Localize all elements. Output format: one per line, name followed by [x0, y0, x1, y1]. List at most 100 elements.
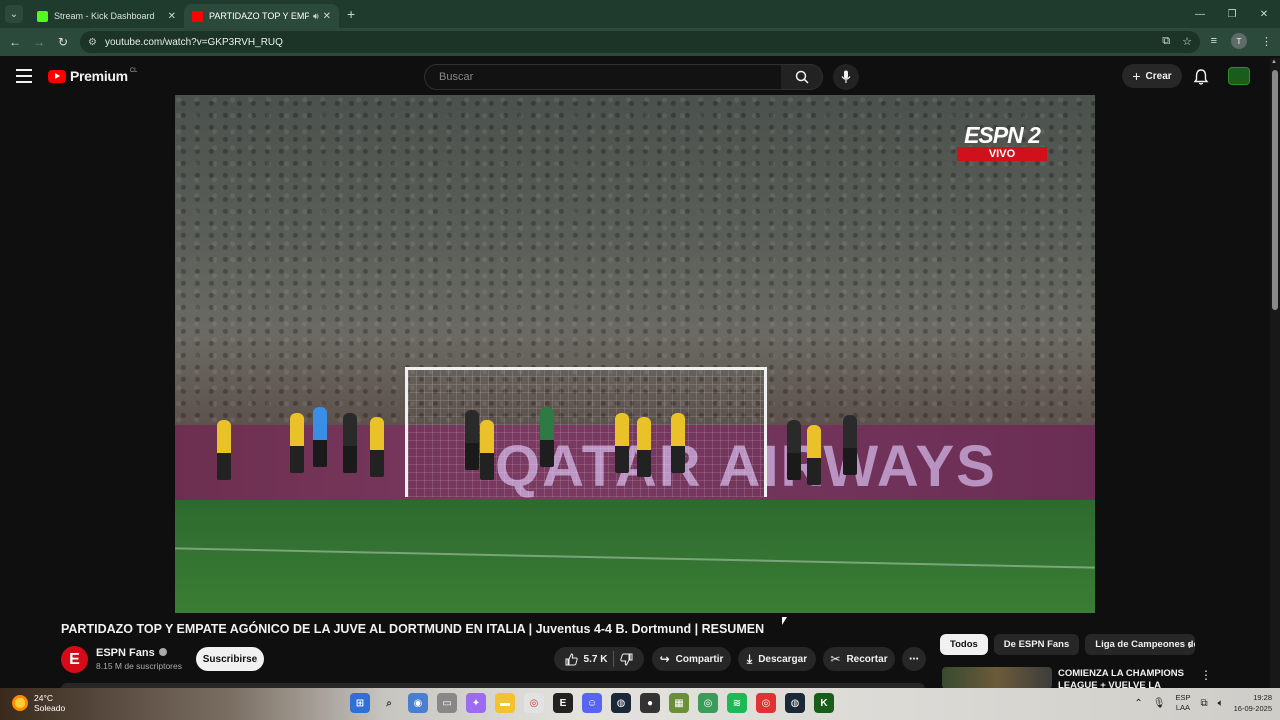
- chrome-icon[interactable]: ◎: [524, 693, 544, 713]
- youtube-masthead: Premium CL Buscar + Crear: [0, 58, 1270, 96]
- spotify-icon[interactable]: ≋: [727, 693, 747, 713]
- like-button[interactable]: 5.7 K: [565, 652, 608, 666]
- youtube-premium-logo[interactable]: Premium CL: [48, 68, 137, 84]
- media-controls-icon[interactable]: ≡: [1211, 35, 1217, 47]
- system-tray: ⌃ 🎙︎ ESP LAA ⧉ 🔈︎ 19:28 16-09-2025: [1134, 692, 1272, 714]
- tab-kick-dashboard[interactable]: Stream - Kick Dashboard ✕: [29, 4, 184, 28]
- discord-icon[interactable]: ☺: [582, 693, 602, 713]
- thumbs-down-icon[interactable]: [620, 653, 633, 666]
- chrome-profile-icon[interactable]: ◎: [698, 693, 718, 713]
- volume-icon[interactable]: 🔈︎: [1218, 698, 1224, 709]
- search-icon[interactable]: ⌕: [379, 693, 399, 713]
- network-icon[interactable]: ⧉: [1200, 698, 1207, 709]
- related-filter-chips: Todos De ESPN Fans Liga de Campeones de: [940, 634, 1196, 655]
- show-hidden-icons-icon[interactable]: ⌃: [1134, 698, 1142, 709]
- browser-menu-icon[interactable]: ⋮: [1261, 35, 1272, 48]
- windows-start-icon[interactable]: ⊞: [350, 693, 370, 713]
- reload-icon[interactable]: ↻: [51, 35, 75, 49]
- input-language[interactable]: ESP LAA: [1175, 693, 1190, 713]
- create-label: Crear: [1145, 70, 1172, 82]
- task-view-icon[interactable]: ▭: [437, 693, 457, 713]
- audio-playing-icon[interactable]: 🔊︎: [313, 11, 319, 22]
- scrollbar-thumb[interactable]: [1272, 70, 1278, 310]
- chip-champions-league[interactable]: Liga de Campeones de: [1085, 634, 1196, 655]
- more-actions-button[interactable]: ⋯: [902, 647, 926, 671]
- subscriber-count: 8.15 M de suscriptores: [96, 661, 182, 671]
- windows-taskbar: 24°C Soleado ⊞ ⌕ ◉ ▭ ✦ ▬ ◎ E ☺ ◍ ● ▦ ◎ ≋…: [0, 688, 1280, 720]
- language-code: ESP: [1175, 693, 1191, 702]
- player: [671, 413, 685, 473]
- minecraft-icon[interactable]: ▦: [669, 693, 689, 713]
- channel-avatar[interactable]: E: [61, 646, 88, 673]
- download-label: Descargar: [758, 653, 808, 665]
- site-info-icon[interactable]: ⚙︎: [88, 37, 97, 48]
- logo-text: Premium: [70, 68, 128, 84]
- back-arrow-icon[interactable]: ←: [3, 35, 27, 49]
- widgets-icon[interactable]: ◉: [408, 693, 428, 713]
- bookmark-star-icon[interactable]: ☆: [1182, 35, 1192, 48]
- clip-button[interactable]: ✂ Recortar: [823, 647, 895, 671]
- download-icon: ⤓: [746, 651, 753, 666]
- tab-search-button[interactable]: ⌄: [5, 5, 23, 23]
- share-button[interactable]: ↪ Compartir: [652, 647, 731, 671]
- scroll-up-icon[interactable]: ▲: [1271, 59, 1277, 65]
- sunny-icon: [12, 695, 28, 711]
- profile-avatar[interactable]: T: [1231, 33, 1247, 49]
- youtube-play-icon: [48, 69, 66, 83]
- tab-youtube-video[interactable]: PARTIDAZO TOP Y EMPATE 🔊︎ ✕: [184, 4, 339, 28]
- voice-search-button[interactable]: [833, 64, 859, 90]
- chip-from-channel[interactable]: De ESPN Fans: [993, 634, 1080, 655]
- account-avatar[interactable]: [1228, 67, 1250, 85]
- video-player[interactable]: QATAR AIRWAYS ESPN 2 VIVO: [175, 95, 1095, 613]
- chip-all[interactable]: Todos: [940, 634, 988, 655]
- share-label: Compartir: [675, 653, 724, 665]
- page-scrollbar[interactable]: ▲: [1270, 58, 1280, 688]
- player: [807, 425, 821, 485]
- chrome-notify-icon[interactable]: ◎: [756, 693, 776, 713]
- steam-icon[interactable]: ◍: [611, 693, 631, 713]
- channel-name[interactable]: ESPN Fans: [96, 647, 167, 659]
- close-tab-icon[interactable]: ✕: [168, 11, 176, 22]
- new-tab-button[interactable]: +: [347, 6, 355, 22]
- player: [465, 410, 479, 470]
- tab-title: Stream - Kick Dashboard: [54, 11, 155, 21]
- steam-alt-icon[interactable]: ◍: [785, 693, 805, 713]
- player: [343, 413, 357, 473]
- weather-widget[interactable]: 24°C Soleado: [12, 693, 65, 713]
- chevron-right-icon[interactable]: ›: [1188, 638, 1192, 652]
- recommended-title[interactable]: COMIENZA LA CHAMPIONS LEAGUE + VUELVE LA: [1058, 668, 1198, 690]
- file-explorer-icon[interactable]: ▬: [495, 693, 515, 713]
- recommended-thumbnail[interactable]: [942, 667, 1052, 689]
- like-count: 5.7 K: [583, 653, 608, 665]
- verified-badge-icon: [158, 648, 167, 656]
- minimize-icon[interactable]: —: [1184, 0, 1216, 28]
- subscribe-button[interactable]: Suscribirse: [196, 647, 264, 671]
- close-tab-icon[interactable]: ✕: [323, 11, 331, 22]
- microphone-tray-icon[interactable]: 🎙︎: [1153, 698, 1166, 709]
- player: [217, 420, 231, 480]
- keyboard-layout: LAA: [1175, 703, 1191, 712]
- clock[interactable]: 19:28 16-09-2025: [1234, 692, 1272, 714]
- address-bar[interactable]: ⚙︎ youtube.com/watch?v=GKP3RVH_RUQ ⧉ ☆: [80, 31, 1200, 53]
- more-vertical-icon[interactable]: ⋮: [1200, 668, 1212, 682]
- notifications-bell-icon[interactable]: [1192, 68, 1210, 86]
- player: [290, 413, 304, 473]
- copilot-icon[interactable]: ✦: [466, 693, 486, 713]
- close-window-icon[interactable]: ✕: [1248, 0, 1280, 28]
- search-icon: [795, 70, 809, 84]
- download-button[interactable]: ⤓ Descargar: [738, 647, 816, 671]
- divider: [613, 651, 615, 667]
- live-badge: VIVO: [957, 147, 1047, 161]
- create-button[interactable]: + Crear: [1122, 64, 1182, 88]
- forward-arrow-icon[interactable]: →: [27, 35, 51, 49]
- search-input[interactable]: Buscar: [424, 64, 782, 90]
- kick-icon[interactable]: K: [814, 693, 834, 713]
- guide-menu-icon[interactable]: [16, 69, 32, 83]
- obs-icon[interactable]: ●: [640, 693, 660, 713]
- like-dislike-group: 5.7 K: [554, 647, 644, 671]
- search-button[interactable]: [781, 64, 823, 90]
- thumbs-up-icon: [565, 652, 578, 665]
- epic-games-icon[interactable]: E: [553, 693, 573, 713]
- restore-icon[interactable]: ❐: [1216, 0, 1248, 28]
- install-app-icon[interactable]: ⧉: [1162, 35, 1170, 48]
